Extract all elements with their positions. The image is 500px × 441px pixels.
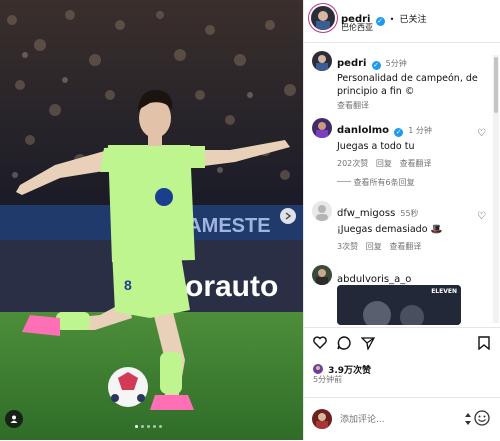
carousel-dots: [135, 425, 162, 428]
carousel-dot: [147, 425, 150, 428]
like-comment-heart-icon[interactable]: ♡: [477, 128, 486, 139]
post-panel: pedri ✓ • 已关注 巴伦西亚 pedri ✓ 5分钟 Personali…: [303, 0, 500, 440]
verified-badge-icon: ✓: [375, 17, 385, 26]
like-heart-icon[interactable]: [313, 336, 327, 349]
instagram-post-window: orauto LAMESTE 8 pedri ✓ • 已关注 巴伦西亚 pedr…: [0, 0, 500, 440]
post-actions: 3.9万次赞 5分钟前: [304, 327, 500, 398]
follow-status-button[interactable]: 已关注: [399, 15, 426, 25]
replies-line: [337, 181, 351, 182]
like-comment-heart-icon[interactable]: ♡: [477, 211, 486, 222]
comment-time: 1 分钟: [408, 126, 432, 135]
comments-list[interactable]: pedri ✓ 5分钟 Personalidad de campeón, de …: [304, 43, 490, 326]
comment-text: ¡Juegas demasiado: [337, 224, 428, 235]
commenter-avatar[interactable]: [312, 118, 332, 138]
post-photo[interactable]: orauto LAMESTE 8: [0, 0, 303, 440]
sort-arrows-icon[interactable]: [464, 412, 472, 426]
viewer-avatar: [312, 409, 332, 429]
comment-translate-button[interactable]: 查看翻译: [389, 242, 421, 251]
football: [108, 367, 148, 407]
carousel-dot: [141, 425, 144, 428]
comment-input[interactable]: [338, 411, 460, 429]
author-avatar-small[interactable]: [312, 51, 332, 71]
view-replies-button[interactable]: 查看所有6条回复: [354, 178, 415, 187]
post-time: 5分钟前: [313, 375, 343, 384]
comment-reply-button[interactable]: 回复: [366, 242, 382, 251]
comment-time: 55秒: [400, 209, 419, 218]
photo-canvas: orauto LAMESTE 8: [0, 0, 303, 440]
caption-see-translation[interactable]: 查看翻译: [337, 100, 487, 111]
dot-separator: •: [389, 15, 395, 24]
commenter-avatar[interactable]: [312, 201, 332, 221]
chevron-right-icon: [285, 212, 292, 220]
carousel-dot: [153, 425, 156, 428]
verified-badge-icon: ✓: [371, 61, 381, 70]
comment-media-preview[interactable]: ELEVEN: [337, 285, 461, 325]
comment-reply-button[interactable]: 回复: [376, 159, 392, 168]
billboard-text: orauto: [185, 270, 278, 303]
caption-username[interactable]: pedri: [337, 58, 366, 69]
add-comment-bar: [304, 397, 500, 441]
comment-likes-count[interactable]: 202次赞: [337, 159, 368, 168]
commenter-avatar[interactable]: [312, 265, 332, 285]
comment-emoji: 🎩: [430, 224, 443, 235]
comment-bubble-icon[interactable]: [337, 336, 351, 350]
tagged-users-button[interactable]: [5, 410, 23, 428]
commenter-username[interactable]: danlolmo: [337, 125, 389, 136]
comment-text: Juegas a todo tu: [337, 141, 415, 152]
user-tag-icon: [10, 415, 18, 423]
carousel-dot: [159, 425, 162, 428]
media-brand-label: ELEVEN: [431, 288, 457, 295]
scrollbar-thumb[interactable]: [494, 57, 498, 113]
post-header: pedri ✓ • 已关注 巴伦西亚: [304, 0, 500, 43]
comments-scrollbar[interactable]: [493, 55, 499, 323]
caption-emoji: ©: [404, 86, 415, 97]
commenter-username[interactable]: abdulvoris_a_o: [337, 274, 411, 285]
post-location[interactable]: 巴伦西亚: [341, 22, 373, 33]
liker-avatar[interactable]: [313, 364, 323, 374]
save-bookmark-icon[interactable]: [478, 336, 490, 350]
commenter-username[interactable]: dfw_migoss: [337, 208, 395, 219]
share-send-icon[interactable]: [361, 336, 375, 350]
comment-translate-button[interactable]: 查看翻译: [400, 159, 432, 168]
next-image-button[interactable]: [280, 208, 296, 224]
carousel-dot: [135, 425, 138, 428]
caption-time: 5分钟: [385, 59, 407, 68]
author-avatar[interactable]: [311, 6, 335, 30]
emoji-smiley-icon[interactable]: [474, 410, 490, 426]
verified-badge-icon: ✓: [394, 128, 404, 137]
jersey-number: 8: [124, 277, 132, 293]
comment-likes-count[interactable]: 3次赞: [337, 242, 358, 251]
